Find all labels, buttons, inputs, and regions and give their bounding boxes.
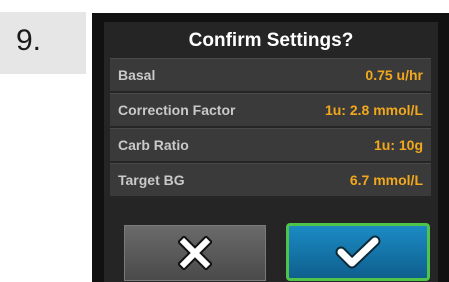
setting-label: Correction Factor	[118, 102, 236, 118]
setting-row-carb-ratio: Carb Ratio 1u: 10g	[110, 128, 431, 161]
confirm-button[interactable]	[286, 223, 430, 281]
setting-value: 0.75 u/hr	[365, 67, 423, 83]
setting-label: Target BG	[118, 172, 185, 188]
step-number: 9.	[16, 24, 42, 57]
x-icon	[178, 236, 212, 270]
setting-label: Carb Ratio	[118, 137, 189, 153]
setting-label: Basal	[118, 67, 156, 83]
setting-value: 1u: 10g	[373, 137, 423, 153]
setting-row-basal: Basal 0.75 u/hr	[110, 58, 431, 91]
dialog-title: Confirm Settings?	[188, 30, 354, 51]
confirm-settings-screen: Confirm Settings? Basal 0.75 u/hr Correc…	[104, 22, 438, 282]
setting-row-target-bg: Target BG 6.7 mmol/L	[110, 163, 431, 196]
checkmark-icon	[335, 235, 381, 269]
setting-row-correction-factor: Correction Factor 1u: 2.8 mmol/L	[110, 93, 431, 126]
cancel-button[interactable]	[124, 225, 266, 281]
step-tab: 9.	[0, 12, 86, 74]
setting-value: 1u: 2.8 mmol/L	[324, 102, 423, 118]
setting-value: 6.7 mmol/L	[349, 172, 423, 188]
